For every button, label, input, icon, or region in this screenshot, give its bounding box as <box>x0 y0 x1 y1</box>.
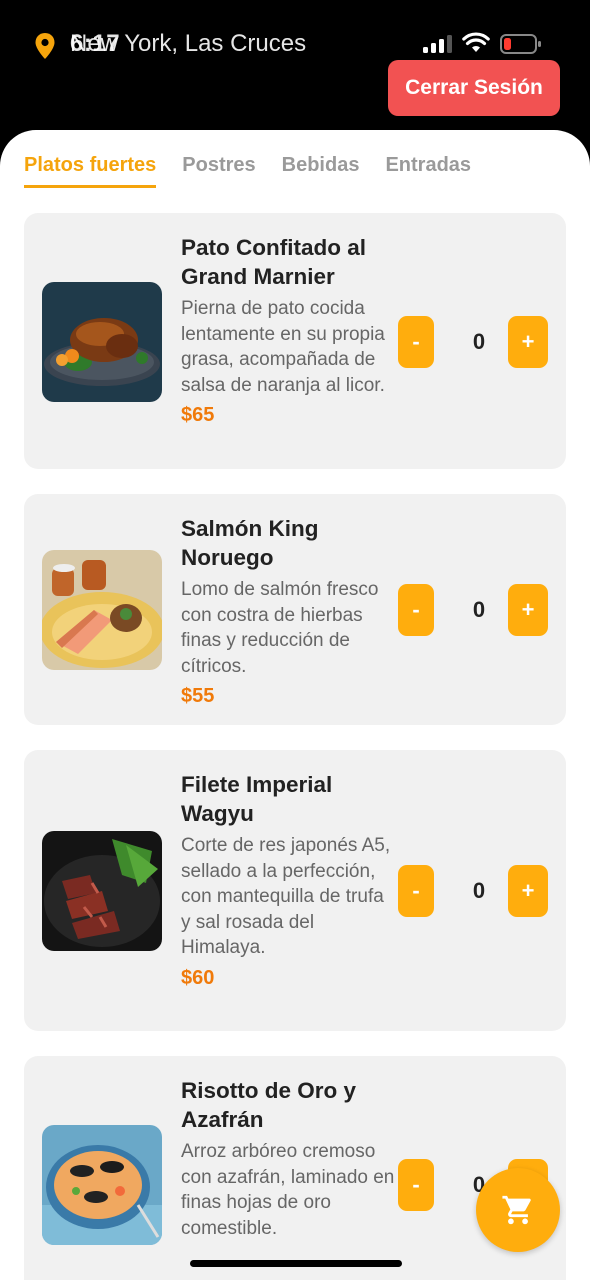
seafood-risotto-photo <box>42 1125 162 1245</box>
battery-low-icon <box>500 34 541 54</box>
quantity-value: 0 <box>472 597 486 622</box>
dish-description: Lomo de salmón fresco con costra de hier… <box>181 579 379 677</box>
increase-quantity-button[interactable]: + <box>508 584 548 636</box>
dish-card: Filete Imperial Wagyu Corte de res japon… <box>24 750 566 1031</box>
dish-description: Pierna de pato cocida lentamente en su p… <box>181 298 385 396</box>
dish-card: Risotto de Oro y Azafrán Arroz arbóreo c… <box>24 1056 566 1280</box>
quantity-value: 0 <box>472 878 486 903</box>
dish-info: Filete Imperial Wagyu Corte de res japon… <box>181 770 396 990</box>
tab-entradas[interactable]: Entradas <box>385 154 471 188</box>
wifi-icon <box>462 32 490 52</box>
dish-info: Salmón King Noruego Lomo de salmón fresc… <box>181 514 396 708</box>
status-bar: 6:17 New York, Las Cruces Cerrar Sesión <box>0 0 590 130</box>
cart-button[interactable] <box>476 1168 560 1252</box>
home-indicator <box>190 1260 402 1267</box>
decrease-quantity-button[interactable]: - <box>398 865 434 917</box>
decrease-quantity-button[interactable]: - <box>398 1159 434 1211</box>
tab-bebidas[interactable]: Bebidas <box>282 154 360 188</box>
quantity-value: 0 <box>472 329 486 354</box>
increase-quantity-button[interactable]: + <box>508 865 548 917</box>
dish-name: Filete Imperial Wagyu <box>181 772 333 826</box>
wagyu-steak-photo <box>42 831 162 951</box>
dish-name: Risotto de Oro y Azafrán <box>181 1078 357 1132</box>
tab-postres[interactable]: Postres <box>182 154 255 188</box>
location-text: New York, Las Cruces <box>70 30 307 57</box>
menu-sheet: Platos fuertes Postres Bebidas Entradas <box>0 130 590 1280</box>
decrease-quantity-button[interactable]: - <box>398 584 434 636</box>
logout-button[interactable]: Cerrar Sesión <box>388 60 560 116</box>
location-pin-icon <box>35 33 55 59</box>
dish-description: Arroz arbóreo cremoso con azafrán, lamin… <box>181 1141 395 1239</box>
dish-card: Salmón King Noruego Lomo de salmón fresc… <box>24 494 566 725</box>
dish-card: Pato Confitado al Grand Marnier Pierna d… <box>24 213 566 469</box>
salmon-photo <box>42 550 162 670</box>
dish-name: Pato Confitado al Grand Marnier <box>181 235 366 289</box>
dish-info: Pato Confitado al Grand Marnier Pierna d… <box>181 233 396 427</box>
increase-quantity-button[interactable]: + <box>508 316 548 368</box>
dish-list: Pato Confitado al Grand Marnier Pierna d… <box>24 213 566 1280</box>
shopping-cart-icon <box>502 1195 531 1225</box>
tab-platos-fuertes[interactable]: Platos fuertes <box>24 154 157 188</box>
cellular-signal-icon <box>423 35 452 53</box>
dish-description: Corte de res japonés A5, sellado a la pe… <box>181 835 391 958</box>
decrease-quantity-button[interactable]: - <box>398 316 434 368</box>
dish-price: $55 <box>181 685 215 707</box>
dish-price: $60 <box>181 966 215 989</box>
roast-duck-photo <box>42 282 162 402</box>
dish-name: Salmón King Noruego <box>181 516 319 570</box>
dish-info: Risotto de Oro y Azafrán Arroz arbóreo c… <box>181 1076 396 1241</box>
dish-price: $65 <box>181 404 215 426</box>
category-tabs: Platos fuertes Postres Bebidas Entradas <box>24 154 471 194</box>
